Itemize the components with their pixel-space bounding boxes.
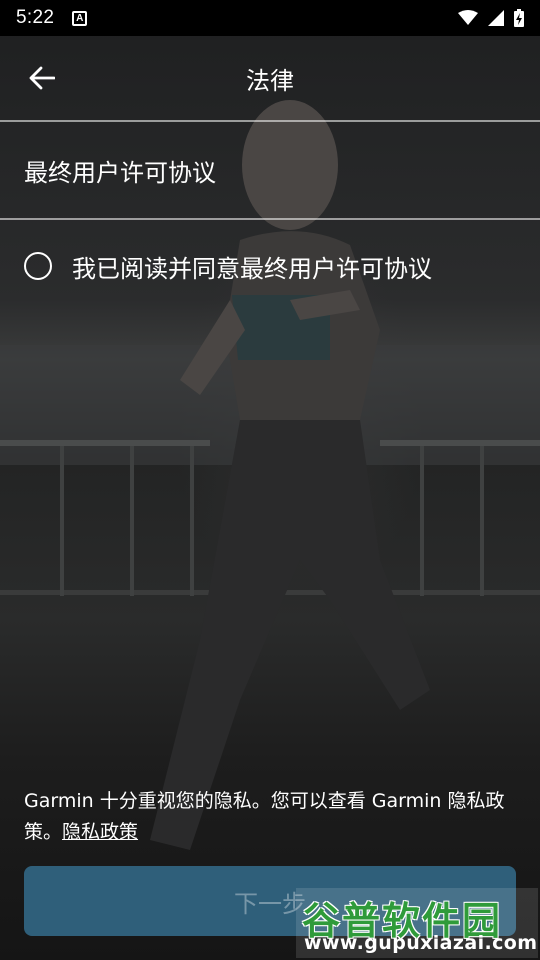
status-time: 5:22 — [16, 7, 55, 28]
agreement-radio-row[interactable]: 我已阅读并同意最终用户许可协议 — [24, 240, 516, 292]
app-bar: 法律 — [0, 36, 540, 120]
agreement-radio[interactable] — [24, 252, 52, 280]
back-button[interactable] — [22, 58, 62, 98]
watermark: 谷普软件园 www.gupuxiazai.com — [296, 888, 538, 958]
cellular-signal-icon — [488, 10, 504, 26]
wifi-icon — [458, 10, 478, 25]
battery-charging-icon — [514, 9, 524, 27]
status-icons — [458, 9, 524, 27]
notification-icon: A — [72, 10, 88, 26]
privacy-notice: Garmin 十分重视您的隐私。您可以查看 Garmin 隐私政策。隐私政策 — [24, 786, 516, 848]
agreement-label: 我已阅读并同意最终用户许可协议 — [72, 254, 432, 283]
screen: 5:22 A 法律 最终用户许可协议 我已阅读并同意最终用户许可协议 Garmi… — [0, 0, 540, 960]
watermark-url: www.gupuxiazai.com — [304, 932, 538, 954]
privacy-policy-link[interactable]: 隐私政策 — [62, 821, 138, 843]
status-bar: 5:22 A — [0, 0, 540, 36]
divider — [0, 218, 540, 220]
arrow-left-icon — [29, 66, 55, 90]
eula-link[interactable]: 最终用户许可协议 — [0, 122, 540, 218]
page-title: 法律 — [246, 66, 294, 95]
eula-label: 最终用户许可协议 — [24, 158, 216, 187]
